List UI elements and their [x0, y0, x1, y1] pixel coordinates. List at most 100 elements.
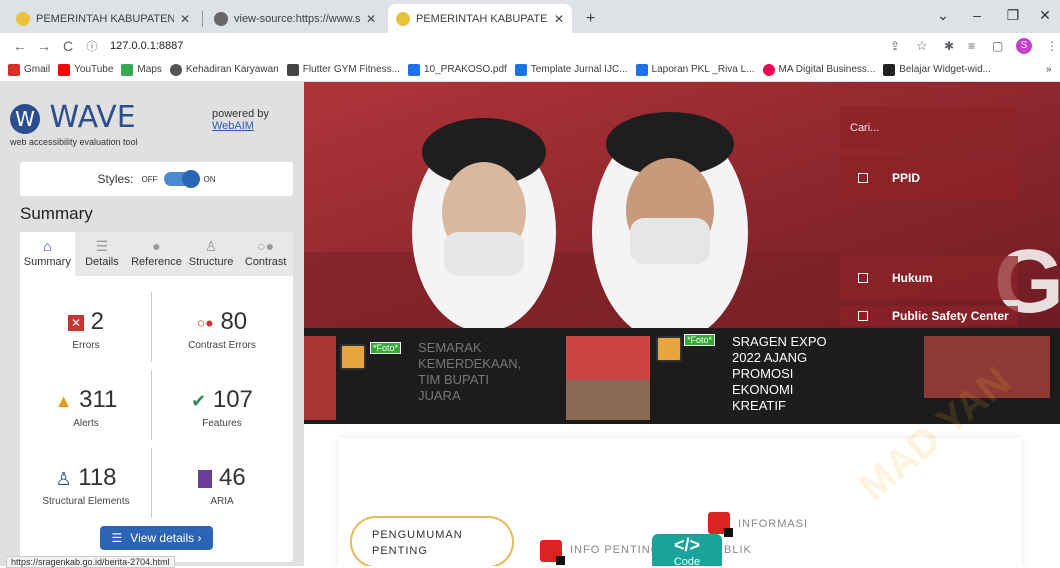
close-tab-icon[interactable]: ✕	[180, 12, 190, 26]
pengumuman-line: PENGUMUMAN	[372, 529, 463, 541]
browser-tab-1[interactable]: PEMERINTAH KABUPATEN SRAGE ✕	[8, 4, 198, 33]
news-line: JUARA	[418, 388, 461, 403]
status-bar-url: https://sragenkab.go.id/berita-2704.html	[6, 556, 175, 568]
bookmark-template[interactable]: Template Jurnal IJC...	[514, 63, 628, 76]
news-title-2[interactable]: SRAGEN EXPO 2022 AJANG PROMOSI EKONOMI K…	[732, 334, 827, 414]
reading-list-icon[interactable]: ≡	[968, 39, 975, 53]
tab-contrast[interactable]: ○● Contrast	[238, 232, 293, 276]
bookmark-kehadiran[interactable]: Kehadiran Karyawan	[169, 63, 279, 76]
wave-error-icon	[708, 512, 733, 537]
wave-tabs: ⌂ Summary ☰ Details ● Reference ♙ Structure …	[20, 232, 293, 276]
close-tab-icon[interactable]: ✕	[554, 12, 564, 26]
foto-tag: *Foto*	[684, 334, 716, 346]
browser-tab-2[interactable]: view-source:https://www.sragenk ✕	[206, 4, 384, 33]
wave-logo-icon: W	[10, 103, 40, 134]
back-icon[interactable]: ←	[8, 38, 32, 54]
bookmark-label: Kehadiran Karyawan	[185, 64, 279, 75]
close-tab-icon[interactable]: ✕	[366, 12, 376, 26]
bookmark-widget[interactable]: Belajar Widget-wid...	[883, 63, 991, 76]
styles-toggle[interactable]	[163, 170, 200, 188]
tab-summary[interactable]: ⌂ Summary	[20, 232, 75, 276]
document-icon	[635, 63, 648, 76]
news-title-1[interactable]: SEMARAK KEMERDEKAAN, TIM BUPATI JUARA	[418, 340, 521, 404]
checkbox-icon	[858, 311, 868, 321]
news-thumbnail[interactable]	[304, 336, 336, 420]
list-icon: ☰	[95, 238, 109, 254]
tab-structure[interactable]: ♙ Structure	[184, 232, 239, 276]
more-bookmarks-icon[interactable]: »	[1046, 64, 1052, 75]
tab-details[interactable]: ☰ Details	[75, 232, 130, 276]
view-details-label: View details ›	[130, 531, 202, 545]
share-icon[interactable]: ⇪	[890, 39, 900, 53]
styles-label: Styles:	[97, 172, 134, 186]
pengumuman-penting-button[interactable]: PENGUMUMAN PENTING	[350, 516, 514, 566]
bookmark-laporan[interactable]: Laporan PKL _Riva L...	[635, 63, 755, 76]
restore-icon[interactable]: ❐	[998, 7, 1028, 24]
foto-tag: *Foto*	[370, 342, 402, 354]
contrast-count: 80	[220, 308, 248, 335]
alert-icon: ▲	[54, 391, 73, 411]
search-input[interactable]: Cari...	[840, 106, 1018, 150]
webaim-link[interactable]: WebAIM	[212, 120, 254, 132]
bookmark-youtube[interactable]: YouTube	[58, 63, 114, 76]
forward-icon[interactable]: →	[32, 38, 56, 54]
checkbox-icon	[858, 273, 868, 283]
tab-title: view-source:https://www.sragenk	[234, 12, 360, 25]
code-toggle-button[interactable]: </> Code	[652, 534, 722, 566]
view-details-button[interactable]: ☰ View details ›	[100, 526, 213, 550]
checkbox-icon	[858, 173, 868, 183]
contrast-error-icon: ○●	[196, 314, 214, 331]
code-icon: </>	[673, 535, 701, 555]
side-panel-icon[interactable]: ▢	[992, 39, 1003, 53]
tab-label: Summary	[23, 256, 71, 268]
news-line: PROMOSI	[732, 366, 794, 381]
error-icon: ✕	[67, 314, 84, 331]
bookmark-label: Laporan PKL _Riva L...	[651, 64, 755, 75]
stat-contrast[interactable]: ○● 80 Contrast Errors	[154, 308, 290, 351]
styles-toggle-row: Styles: OFF ON	[20, 162, 293, 196]
structural-count: 118	[78, 464, 117, 491]
browser-tab-3-active[interactable]: PEMERINTAH KABUPATEN SRAGE ✕	[388, 4, 572, 33]
bookmark-label: YouTube	[74, 64, 114, 75]
menu-item-hukum[interactable]: Hukum	[840, 256, 1018, 300]
url-input[interactable]: 127.0.0.1:8887	[110, 40, 183, 52]
close-window-icon[interactable]: ✕	[1030, 7, 1060, 24]
structure-icon: ♙	[204, 238, 218, 254]
news-line: EKONOMI	[732, 382, 794, 397]
menu-item-public-safety[interactable]: Public Safety Center	[840, 306, 1018, 326]
info-penting-label[interactable]: INFO PENTING	[570, 544, 660, 556]
features-label: Features	[202, 418, 242, 429]
bookmark-ma-digital[interactable]: MA Digital Business...	[762, 63, 875, 76]
tab-reference[interactable]: ● Reference	[129, 232, 184, 276]
aria-icon	[198, 469, 213, 488]
reload-icon[interactable]: C	[56, 38, 80, 54]
news-thumbnail[interactable]	[566, 336, 650, 420]
stat-structural[interactable]: ♙ 118 Structural Elements	[18, 464, 154, 507]
errors-count: 2	[90, 308, 105, 335]
bookmark-maps[interactable]: Maps	[121, 63, 162, 76]
profile-avatar[interactable]: S	[1016, 37, 1032, 54]
stat-features[interactable]: ✔ 107 Features	[154, 386, 290, 429]
video-icon	[883, 63, 896, 76]
document-icon	[407, 63, 420, 76]
stat-alerts[interactable]: ▲ 311 Alerts	[18, 386, 154, 429]
bookmark-star-icon[interactable]: ☆	[916, 38, 928, 54]
bookmark-flutter[interactable]: Flutter GYM Fitness...	[286, 63, 400, 76]
informasi-label[interactable]: INFORMASI	[738, 518, 808, 530]
info-icon[interactable]: ⓘ	[80, 38, 104, 54]
bookmark-prakoso[interactable]: 10_PRAKOSO.pdf	[407, 63, 507, 76]
extensions-icon[interactable]: ✱	[944, 39, 954, 53]
menu-kebab-icon[interactable]: ⋮	[1046, 39, 1058, 53]
minimize-icon[interactable]: –	[962, 7, 992, 23]
stat-errors[interactable]: ✕ 2 Errors	[18, 308, 154, 351]
image-icon	[340, 344, 366, 370]
bookmark-gmail[interactable]: Gmail	[8, 63, 50, 76]
tab-search-icon[interactable]: ⌄	[928, 7, 958, 24]
stat-aria[interactable]: 46 ARIA	[154, 464, 290, 507]
alerts-count: 311	[79, 386, 118, 413]
new-tab-button[interactable]: +	[578, 4, 604, 33]
publik-label[interactable]: BLIK	[724, 544, 752, 556]
hero-banner: G Cari... PPID Hukum Public Safety Cente…	[304, 82, 1060, 342]
menu-item-ppid[interactable]: PPID	[840, 156, 1018, 200]
bookmark-label: Maps	[137, 64, 162, 75]
